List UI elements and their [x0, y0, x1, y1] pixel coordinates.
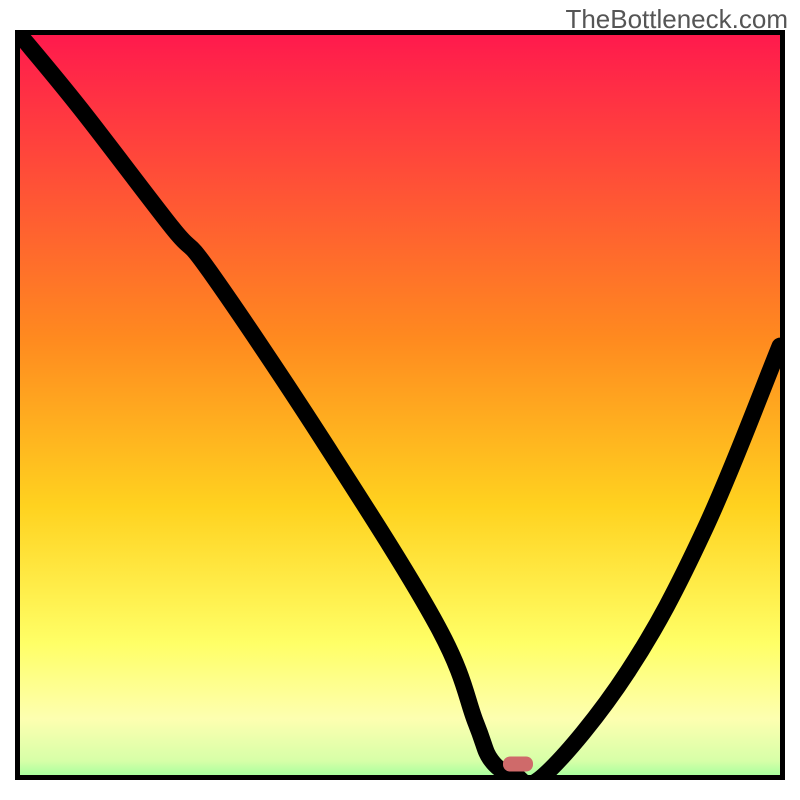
optimum-marker — [503, 756, 533, 771]
plot-area — [15, 30, 785, 780]
watermark-text: TheBottleneck.com — [565, 4, 788, 35]
curve-layer — [20, 35, 780, 775]
bottleneck-curve — [20, 35, 780, 775]
chart-container: TheBottleneck.com — [0, 0, 800, 800]
